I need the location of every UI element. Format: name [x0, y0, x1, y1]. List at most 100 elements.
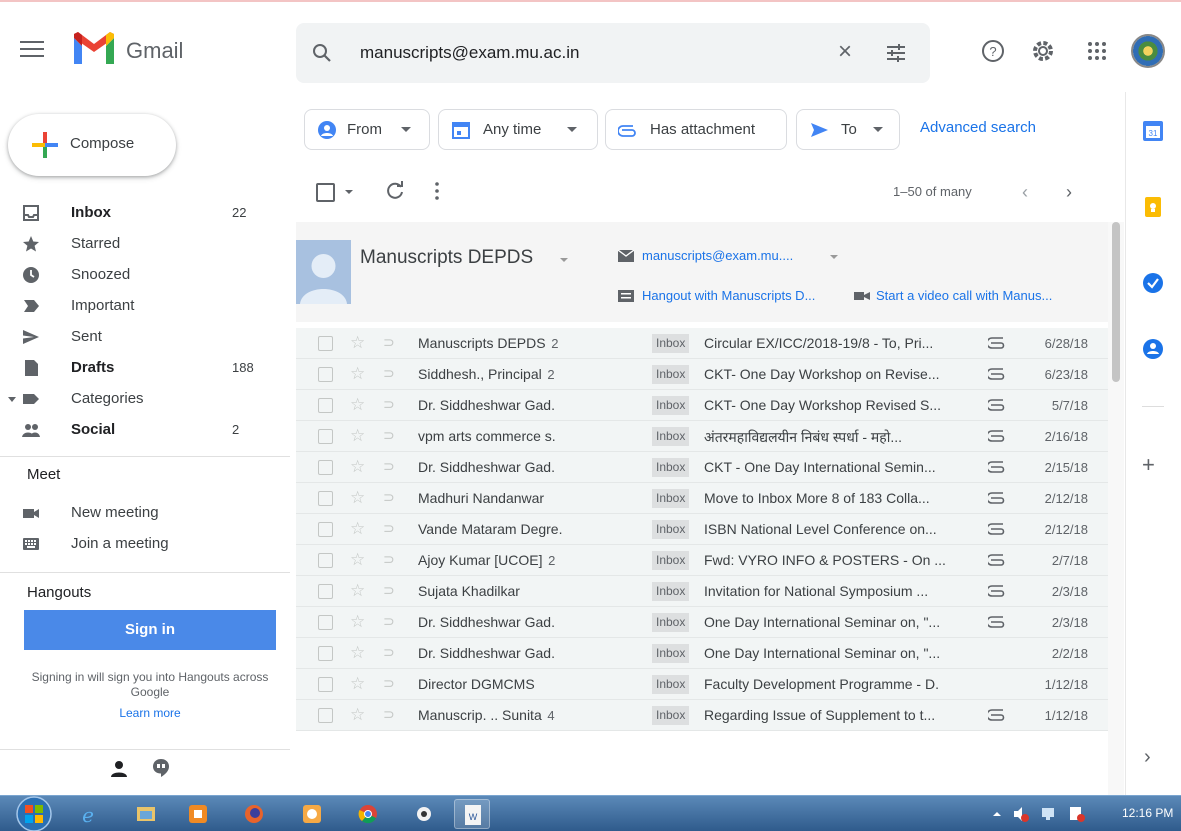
taskbar-clock[interactable]: 12:16 PM [1122, 806, 1173, 820]
star-icon[interactable]: ☆ [350, 488, 365, 508]
select-all-checkbox[interactable] [316, 183, 335, 202]
more-vert-icon[interactable] [432, 180, 442, 202]
important-marker-icon[interactable]: ⊃ [383, 427, 395, 444]
filter-attachment-chip[interactable]: Has attachment [605, 109, 787, 150]
help-icon[interactable]: ? [980, 38, 1006, 64]
refresh-icon[interactable] [384, 180, 406, 202]
expand-arrow-icon[interactable] [8, 397, 16, 402]
table-row[interactable]: ☆ ⊃ Siddhesh., Principal 2 Inbox CKT- One Da… [296, 359, 1108, 390]
app-icon[interactable] [406, 799, 442, 829]
gmail-logo-icon[interactable] [72, 32, 116, 66]
join-meeting-item[interactable]: Join a meeting [0, 528, 270, 559]
search-icon[interactable] [310, 41, 334, 65]
network-icon[interactable] [1040, 805, 1058, 823]
star-icon[interactable]: ☆ [350, 705, 365, 725]
row-checkbox[interactable] [318, 522, 333, 537]
important-marker-icon[interactable]: ⊃ [383, 644, 395, 661]
sidebar-item-inbox[interactable]: Inbox 22 [0, 197, 270, 228]
person-icon[interactable] [110, 760, 128, 778]
app-icon[interactable] [294, 799, 330, 829]
row-checkbox[interactable] [318, 367, 333, 382]
row-checkbox[interactable] [318, 646, 333, 661]
sidebar-item-categories[interactable]: Categories [0, 383, 270, 414]
star-icon[interactable]: ☆ [350, 674, 365, 694]
hangouts-chat-icon[interactable] [152, 758, 170, 778]
table-row[interactable]: ☆ ⊃ Vande Mataram Degre. Inbox ISBN National… [296, 514, 1108, 545]
add-addon-icon[interactable]: + [1142, 452, 1155, 478]
chevron-down-icon[interactable] [560, 258, 568, 262]
apps-grid-icon[interactable] [1084, 38, 1110, 64]
contacts-app-icon[interactable] [1142, 338, 1164, 360]
search-options-icon[interactable] [884, 41, 908, 65]
chrome-icon[interactable] [350, 799, 386, 829]
row-checkbox[interactable] [318, 553, 333, 568]
firefox-icon[interactable] [236, 799, 272, 829]
learn-more-link[interactable]: Learn more [24, 706, 276, 720]
select-dropdown-icon[interactable] [345, 190, 353, 194]
internet-explorer-icon[interactable]: e [70, 799, 106, 829]
compose-button[interactable]: Compose [8, 114, 176, 176]
star-icon[interactable]: ☆ [350, 457, 365, 477]
row-checkbox[interactable] [318, 677, 333, 692]
search-input[interactable] [360, 40, 820, 66]
star-icon[interactable]: ☆ [350, 581, 365, 601]
star-icon[interactable]: ☆ [350, 395, 365, 415]
sidebar-item-important[interactable]: Important [0, 290, 270, 321]
start-button-icon[interactable] [8, 796, 60, 831]
next-page-icon[interactable]: › [1066, 182, 1072, 203]
volume-muted-icon[interactable] [1012, 805, 1030, 823]
row-checkbox[interactable] [318, 398, 333, 413]
important-marker-icon[interactable]: ⊃ [383, 520, 395, 537]
calendar-app-icon[interactable]: 31 [1142, 120, 1164, 142]
table-row[interactable]: ☆ ⊃ vpm arts commerce s. Inbox अंतरमहाविद्यल… [296, 421, 1108, 452]
filter-to-chip[interactable]: To [796, 109, 900, 150]
row-checkbox[interactable] [318, 708, 333, 723]
filter-time-chip[interactable]: Any time [438, 109, 598, 150]
important-marker-icon[interactable]: ⊃ [383, 458, 395, 475]
important-marker-icon[interactable]: ⊃ [383, 613, 395, 630]
keep-app-icon[interactable] [1142, 196, 1164, 218]
main-menu-icon[interactable] [20, 41, 44, 59]
important-marker-icon[interactable]: ⊃ [383, 396, 395, 413]
table-row[interactable]: ☆ ⊃ Manuscripts DEPDS 2 Inbox Circular EX/IC… [296, 328, 1108, 359]
video-call-link[interactable]: Start a video call with Manus... [876, 288, 1052, 303]
hangouts-sign-in-button[interactable]: Sign in [24, 610, 276, 650]
advanced-search-link[interactable]: Advanced search [920, 119, 1036, 136]
settings-gear-icon[interactable] [1030, 38, 1056, 64]
sidebar-item-snoozed[interactable]: Snoozed [0, 259, 270, 290]
important-marker-icon[interactable]: ⊃ [383, 334, 395, 351]
clear-search-icon[interactable]: × [832, 39, 858, 65]
table-row[interactable]: ☆ ⊃ Ajoy Kumar [UCOE] 2 Inbox Fwd: VYRO INFO… [296, 545, 1108, 576]
important-marker-icon[interactable]: ⊃ [383, 489, 395, 506]
table-row[interactable]: ☆ ⊃ Madhuri Nandanwar Inbox Move to Inbox Mo… [296, 483, 1108, 514]
expand-panel-icon[interactable]: › [1144, 746, 1151, 769]
action-center-icon[interactable] [1068, 805, 1086, 823]
scrollbar-thumb[interactable] [1112, 222, 1120, 382]
contact-name[interactable]: Manuscripts DEPDS [360, 247, 533, 269]
account-avatar[interactable] [1131, 34, 1165, 68]
table-row[interactable]: ☆ ⊃ Director DGMCMS Inbox Faculty Developmen… [296, 669, 1108, 700]
star-icon[interactable]: ☆ [350, 364, 365, 384]
sidebar-item-drafts[interactable]: Drafts 188 [0, 352, 270, 383]
row-checkbox[interactable] [318, 429, 333, 444]
scrollbar[interactable] [1108, 222, 1124, 795]
table-row[interactable]: ☆ ⊃ Sujata Khadilkar Inbox Invitation for Na… [296, 576, 1108, 607]
word-document-icon[interactable]: W [454, 799, 490, 829]
file-explorer-icon[interactable] [128, 799, 164, 829]
important-marker-icon[interactable]: ⊃ [383, 706, 395, 723]
table-row[interactable]: ☆ ⊃ Dr. Siddheshwar Gad. Inbox CKT- One Day … [296, 390, 1108, 421]
sidebar-item-social[interactable]: Social 2 [0, 414, 270, 445]
previous-page-icon[interactable]: ‹ [1022, 182, 1028, 203]
sidebar-item-starred[interactable]: Starred [0, 228, 270, 259]
important-marker-icon[interactable]: ⊃ [383, 365, 395, 382]
contact-email-link[interactable]: manuscripts@exam.mu.... [642, 248, 793, 263]
table-row[interactable]: ☆ ⊃ Dr. Siddheshwar Gad. Inbox One Day Inter… [296, 638, 1108, 669]
table-row[interactable]: ☆ ⊃ Dr. Siddheshwar Gad. Inbox CKT - One Day… [296, 452, 1108, 483]
hangout-with-contact-link[interactable]: Hangout with Manuscripts D... [642, 288, 815, 303]
media-player-icon[interactable] [180, 799, 216, 829]
star-icon[interactable]: ☆ [350, 426, 365, 446]
row-checkbox[interactable] [318, 584, 333, 599]
star-icon[interactable]: ☆ [350, 612, 365, 632]
row-checkbox[interactable] [318, 615, 333, 630]
star-icon[interactable]: ☆ [350, 519, 365, 539]
